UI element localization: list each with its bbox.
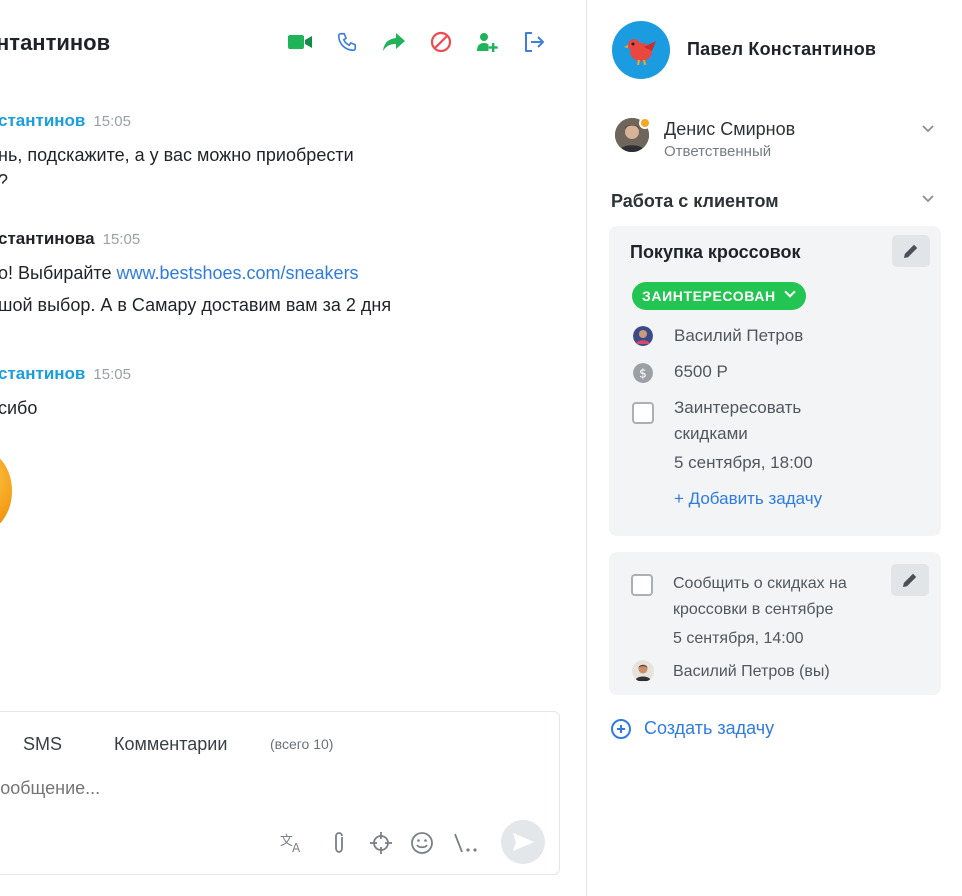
paperclip-icon	[335, 832, 343, 853]
location-button[interactable]	[368, 830, 394, 856]
task-title: Заинтересовать	[674, 398, 802, 417]
phone-call-button[interactable]	[333, 28, 361, 56]
deal-manager: Василий Петров	[674, 326, 804, 345]
message-author: стантинов 15:05	[0, 111, 131, 131]
exit-icon	[525, 32, 544, 52]
attach-button[interactable]	[326, 830, 352, 856]
message-author-name: стантинов	[0, 111, 86, 130]
responsible-role: Ответственный	[664, 143, 772, 160]
task-date: 5 сентября, 18:00	[674, 453, 813, 472]
svg-text:A: A	[292, 841, 301, 854]
tab-sms[interactable]: SMS	[23, 734, 62, 755]
edit-task-button[interactable]	[891, 564, 929, 596]
tab-comments[interactable]: Комментарии	[114, 734, 227, 755]
status-dot	[639, 117, 651, 129]
task-assignee: Василий Петров (вы)	[673, 663, 830, 680]
message-text: шой выбор. А в Самару доставим вам за 2 …	[0, 295, 392, 315]
message-author-name: стантинов	[0, 364, 86, 383]
chevron-down-icon[interactable]	[920, 191, 936, 207]
plus-circle-icon	[611, 719, 631, 739]
deal-title: Покупка кроссовок	[630, 242, 801, 262]
deal-card: Покупка кроссовок ЗАИНТЕРЕСОВАН Василий …	[609, 226, 941, 536]
comments-count: (всего 10)	[270, 736, 334, 752]
task-date: 5 сентября, 14:00	[673, 630, 804, 647]
block-button[interactable]	[427, 28, 455, 56]
send-button[interactable]	[501, 820, 545, 864]
responsible-name: Денис Смирнов	[664, 119, 796, 139]
phone-icon	[337, 32, 357, 52]
add-participant-button[interactable]	[473, 28, 501, 56]
message-text: сибо	[0, 398, 38, 418]
emoji-button[interactable]	[409, 830, 435, 856]
task-title: Сообщить о скидках на	[673, 575, 847, 592]
message-input[interactable]	[0, 778, 411, 799]
block-icon	[430, 31, 452, 53]
bird-icon	[624, 39, 656, 65]
message-time: 15:05	[93, 366, 131, 383]
manager-avatar-icon	[633, 326, 653, 346]
message-time: 15:05	[93, 113, 131, 130]
message-author: стантинова 15:05	[0, 229, 140, 249]
chevron-down-icon	[784, 286, 796, 298]
message-text: нь, подскажите, а у вас можно приобрести	[0, 145, 354, 165]
dollar-icon: $	[633, 363, 653, 383]
task-checkbox[interactable]	[632, 402, 654, 424]
chat-pane: нтантинов стантинов 15:05 нь, подскажите…	[0, 0, 586, 896]
message-text: ?	[0, 171, 8, 185]
pencil-icon	[903, 573, 917, 587]
translate-button[interactable]: 文 A	[279, 830, 305, 856]
client-panel: Павел Константинов Денис Смирнов Ответст…	[587, 0, 962, 896]
section-title: Работа с клиентом	[611, 191, 779, 211]
add-task-link[interactable]: + Добавить задачу	[674, 489, 822, 509]
smiley-icon	[411, 832, 433, 854]
send-icon	[513, 833, 534, 851]
add-user-icon	[477, 33, 498, 52]
message-text: о! Выбирайте www.bestshoes.com/sneakers	[0, 263, 359, 284]
video-call-button[interactable]	[286, 28, 314, 56]
message-time: 15:05	[102, 231, 141, 248]
emoji-sticker	[0, 450, 12, 532]
chat-title: нтантинов	[0, 30, 111, 55]
pencil-icon	[904, 244, 918, 258]
leave-chat-button[interactable]	[520, 28, 548, 56]
create-task-label: Создать задачу	[644, 718, 775, 738]
message-composer: SMS Комментарии (всего 10) 文 A	[0, 711, 560, 875]
message-link[interactable]: www.bestshoes.com/sneakers	[116, 263, 358, 283]
status-label: ЗАИНТЕРЕСОВАН	[642, 288, 776, 304]
message-author-name: стантинова	[0, 229, 95, 248]
message-author: стантинов 15:05	[0, 364, 131, 384]
task-title: кроссовки в сентябре	[673, 601, 834, 618]
forward-button[interactable]	[380, 28, 408, 56]
translate-icon: 文 A	[280, 834, 301, 854]
message-text-prefix: о! Выбирайте	[0, 263, 117, 283]
chevron-down-icon[interactable]	[920, 121, 936, 137]
edit-deal-button[interactable]	[892, 235, 930, 267]
status-badge[interactable]: ЗАИНТЕРЕСОВАН	[632, 282, 806, 310]
assignee-avatar-icon	[632, 660, 654, 682]
app-window: нтантинов стантинов 15:05 нь, подскажите…	[0, 0, 962, 896]
crosshair-icon	[370, 832, 392, 854]
client-avatar	[612, 21, 670, 79]
deal-amount: 6500 Р	[674, 362, 728, 381]
task-title: скидками	[674, 424, 748, 443]
task-checkbox[interactable]	[631, 574, 653, 596]
templates-icon	[454, 833, 477, 853]
forward-arrow-icon	[383, 33, 405, 51]
svg-text:$: $	[639, 367, 647, 381]
client-name: Павел Константинов	[687, 39, 877, 59]
video-camera-icon	[288, 35, 312, 49]
task-card: Сообщить о скидках на кроссовки в сентяб…	[609, 552, 941, 695]
templates-button[interactable]	[451, 830, 481, 856]
